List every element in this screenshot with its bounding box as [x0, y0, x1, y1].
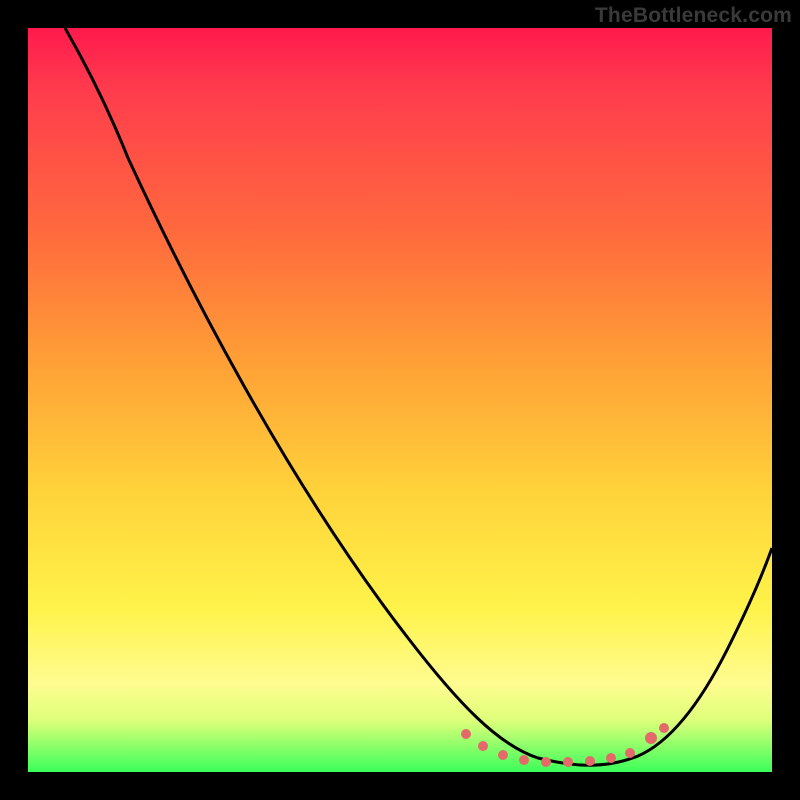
- bottleneck-curve-svg: [28, 28, 772, 772]
- watermark-text: TheBottleneck.com: [595, 4, 792, 28]
- bottleneck-curve: [65, 28, 772, 765]
- plot-area: [28, 28, 772, 772]
- chart-canvas: TheBottleneck.com: [0, 0, 800, 800]
